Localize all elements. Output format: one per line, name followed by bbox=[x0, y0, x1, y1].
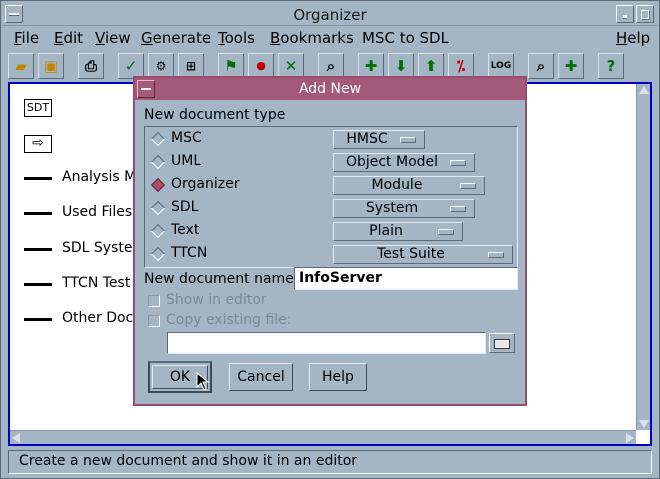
menu-msc-to-sdl[interactable]: MSC to SDL bbox=[362, 29, 449, 47]
radio-uml[interactable] bbox=[150, 154, 166, 170]
document-name-input[interactable]: InfoServer bbox=[294, 267, 518, 290]
menu-bar: File Edit View Generate Tools Bookmarks … bbox=[2, 27, 658, 51]
browse-button[interactable] bbox=[489, 333, 515, 353]
minimize-button[interactable] bbox=[616, 5, 634, 23]
radio-label-organizer[interactable]: Organizer bbox=[171, 176, 239, 192]
mouse-pointer-icon bbox=[196, 372, 210, 391]
tree-branch-icon bbox=[24, 248, 52, 251]
sdl-option-menu[interactable]: System bbox=[333, 199, 475, 218]
msc-option-menu[interactable]: HMSC bbox=[333, 130, 425, 149]
show-in-editor-checkbox[interactable] bbox=[148, 295, 160, 307]
radio-label-sdl[interactable]: SDL bbox=[171, 199, 198, 215]
tree-item[interactable]: Other Docu bbox=[62, 310, 142, 326]
maximize-button[interactable] bbox=[636, 5, 654, 23]
radio-label-uml[interactable]: UML bbox=[171, 153, 201, 169]
show-in-editor-label: Show in editor bbox=[166, 292, 267, 308]
menu-help[interactable]: Help bbox=[616, 29, 650, 47]
scroll-down-icon[interactable] bbox=[639, 420, 649, 428]
horizontal-scrollbar[interactable] bbox=[10, 430, 636, 444]
dialog-menu-icon bbox=[141, 88, 151, 90]
open-folder-icon[interactable]: ▰ bbox=[8, 53, 34, 79]
radio-label-text[interactable]: Text bbox=[171, 222, 199, 238]
dialog-title-bar[interactable]: Add New bbox=[135, 78, 525, 100]
menu-tools[interactable]: Tools bbox=[218, 29, 255, 47]
status-text: Create a new document and show it in an … bbox=[19, 453, 358, 469]
log-label: LOG bbox=[490, 61, 512, 71]
copy-path-input[interactable] bbox=[167, 332, 486, 354]
tree-item[interactable]: SDL Syster bbox=[62, 240, 138, 256]
tree-item[interactable]: TTCN Test bbox=[62, 275, 130, 291]
type-heading: New document type bbox=[144, 107, 286, 123]
tree-item[interactable]: Used Files bbox=[62, 204, 132, 220]
radio-ttcn[interactable] bbox=[150, 246, 166, 262]
text-option-menu[interactable]: Plain bbox=[333, 222, 463, 241]
menu-view[interactable]: View bbox=[95, 29, 131, 47]
save-disk-icon[interactable]: ▣ bbox=[38, 53, 64, 79]
radio-sdl[interactable] bbox=[150, 200, 166, 216]
menu-file[interactable]: File bbox=[14, 29, 39, 47]
scroll-left-icon[interactable] bbox=[12, 433, 20, 443]
dialog-title: Add New bbox=[298, 81, 362, 97]
tree-branch-icon bbox=[24, 177, 52, 180]
status-bar: Create a new document and show it in an … bbox=[8, 450, 652, 474]
folder-icon bbox=[494, 339, 510, 349]
maximize-icon bbox=[641, 10, 649, 19]
radio-text[interactable] bbox=[150, 223, 166, 239]
radio-label-ttcn[interactable]: TTCN bbox=[171, 245, 207, 261]
sdt-system-icon[interactable]: SDT bbox=[24, 99, 52, 117]
document-type-group: MSC HMSC UML Object Model Organizer Modu… bbox=[144, 126, 518, 268]
add-new-dialog: Add New New document type MSC HMSC UML O… bbox=[133, 76, 527, 406]
help-question-icon[interactable]: ? bbox=[598, 53, 624, 79]
radio-label-msc[interactable]: MSC bbox=[171, 130, 202, 146]
link-arrow-icon[interactable]: ⇨ bbox=[24, 135, 52, 153]
option-menu-indicator-icon bbox=[460, 183, 476, 189]
tree-branch-icon bbox=[24, 212, 52, 215]
menu-edit[interactable]: Edit bbox=[54, 29, 83, 47]
copy-existing-label: Copy existing file: bbox=[166, 312, 292, 328]
radio-organizer[interactable] bbox=[150, 177, 166, 193]
copy-existing-checkbox[interactable] bbox=[148, 315, 160, 327]
name-label: New document name: bbox=[144, 271, 299, 287]
window-title: Organizer bbox=[293, 6, 367, 24]
uml-option-menu[interactable]: Object Model bbox=[333, 153, 475, 172]
tree-branch-icon bbox=[24, 318, 52, 321]
print-icon[interactable]: ⎙ bbox=[78, 53, 104, 79]
menu-bookmarks[interactable]: Bookmarks bbox=[270, 29, 354, 47]
minimize-icon bbox=[623, 15, 627, 18]
scroll-up-icon[interactable] bbox=[639, 86, 649, 94]
vertical-scrollbar[interactable] bbox=[636, 84, 650, 430]
title-bar[interactable]: Organizer bbox=[2, 2, 658, 26]
menu-generate[interactable]: Generate bbox=[141, 29, 211, 47]
dialog-menu-button[interactable] bbox=[137, 80, 155, 98]
ttcn-option-menu[interactable]: Test Suite bbox=[333, 245, 513, 264]
cancel-button[interactable]: Cancel bbox=[229, 363, 293, 391]
scroll-right-icon[interactable] bbox=[626, 433, 634, 443]
help-button[interactable]: Help bbox=[309, 363, 367, 391]
option-menu-indicator-icon bbox=[488, 252, 504, 258]
radio-msc[interactable] bbox=[150, 131, 166, 147]
option-menu-indicator-icon bbox=[400, 137, 416, 143]
option-menu-indicator-icon bbox=[450, 160, 466, 166]
organizer-option-menu[interactable]: Module bbox=[333, 176, 485, 195]
zoom-plus-icon[interactable]: ✚ bbox=[558, 53, 584, 79]
option-menu-indicator-icon bbox=[450, 206, 466, 212]
tree-branch-icon bbox=[24, 283, 52, 286]
option-menu-indicator-icon bbox=[438, 229, 454, 235]
zoom-icon[interactable]: ⌕ bbox=[528, 53, 554, 79]
